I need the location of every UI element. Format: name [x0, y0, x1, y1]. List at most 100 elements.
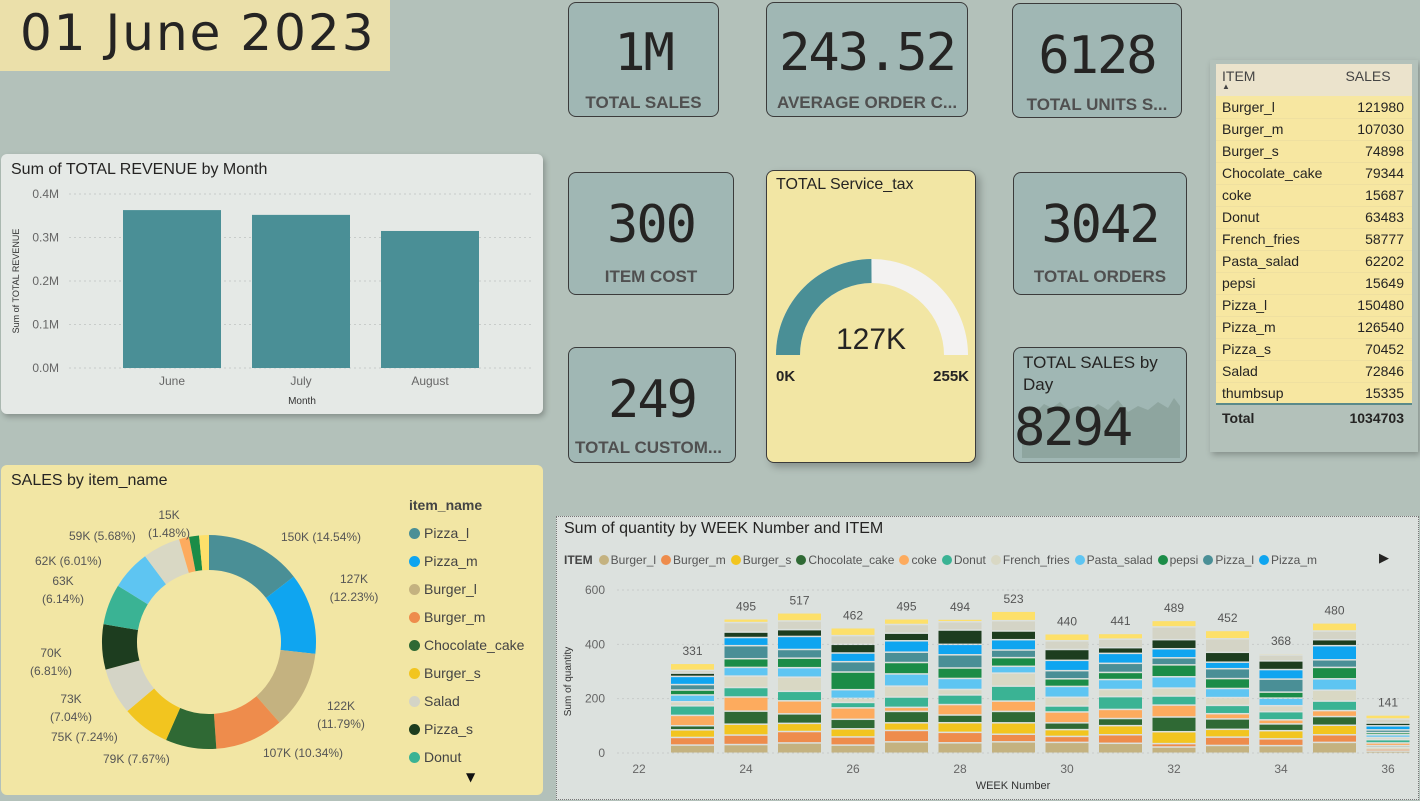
cell-sales: 70452 — [1339, 338, 1412, 361]
legend-item[interactable]: Burger_l — [409, 575, 539, 603]
segment-burger_m — [724, 735, 768, 744]
slice-percent-label: (12.23%) — [330, 590, 379, 604]
total-data-label: 452 — [1217, 611, 1237, 625]
total-data-label: 489 — [1164, 601, 1184, 615]
column-header-item[interactable]: ITEM ▲ — [1216, 64, 1340, 96]
segment-burger_s — [724, 724, 768, 735]
kpi-card-average-order[interactable]: 243.52 AVERAGE ORDER C... — [766, 2, 968, 117]
cell-item: pepsi — [1216, 272, 1340, 295]
segment-burger_m — [1099, 735, 1142, 743]
kpi-label: TOTAL ORDERS — [1033, 267, 1167, 286]
cell-item: thumbsup — [1216, 382, 1340, 405]
sales-by-item-donut-chart[interactable]: SALES by item_name 150K (14.54%) 127K (12.… — [1, 465, 543, 795]
segment-burger_m — [1045, 737, 1089, 742]
date-header: 01 June 2023 — [0, 0, 390, 71]
segment-pepsi — [1313, 668, 1356, 679]
revenue-by-month-chart[interactable]: Sum of TOTAL REVENUE by Month 0.0M 0.1M 0.… — [1, 154, 543, 414]
segment-burger_l — [1206, 746, 1249, 753]
segment-pizza_l — [1099, 664, 1142, 672]
table-row[interactable]: Salad 72846 — [1216, 360, 1412, 383]
segment-donut — [885, 697, 928, 707]
kpi-card-sales-by-day[interactable]: TOTAL SALES by Day 8294 — [1013, 347, 1187, 463]
legend-item[interactable]: Pizza_l — [409, 519, 539, 547]
slice-value-label: 70K — [40, 646, 61, 660]
table-row[interactable]: French_fries 58777 — [1216, 228, 1412, 251]
cell-item: Burger_s — [1216, 140, 1340, 163]
legend-item[interactable]: Salad — [409, 687, 539, 715]
legend-item[interactable]: Burger_s — [409, 659, 539, 687]
table-row[interactable]: Donut 63483 — [1216, 206, 1412, 229]
table-row[interactable]: Pizza_m 126540 — [1216, 316, 1412, 339]
legend-label: Pizza_m — [424, 553, 478, 569]
legend-item[interactable]: Burger_m — [409, 603, 539, 631]
kpi-value: 243.52 — [779, 23, 957, 83]
quantity-by-week-chart[interactable]: Sum of quantity by WEEK Number and ITEM … — [556, 516, 1419, 800]
y-axis-label: Sum of TOTAL REVENUE — [11, 229, 21, 334]
table-row[interactable]: Pizza_s 70452 — [1216, 338, 1412, 361]
legend-label: Chocolate_cake — [424, 637, 525, 653]
legend-item[interactable]: Chocolate_cake — [409, 631, 539, 659]
sales-table[interactable]: ITEM ▲ SALES Burger_l 121980 Burger_m 10703… — [1210, 60, 1418, 452]
segment-french_fries — [1366, 738, 1410, 739]
table-row[interactable]: pepsi 15649 — [1216, 272, 1412, 295]
segment-pizza_s — [671, 673, 714, 676]
stacked-bar-svg: 0 200 400 600 22 24 26 28 30 32 34 36 WEEK Number Sum… — [563, 583, 1412, 792]
segment-pepsi — [885, 663, 928, 674]
segment-burger_l — [1366, 751, 1410, 753]
bar-june — [123, 210, 221, 368]
gauge-card-service-tax[interactable]: TOTAL Service_tax 127K 0K 255K — [766, 170, 976, 463]
segment-thumbsup — [992, 611, 1035, 620]
segment-pizza_s — [938, 630, 982, 644]
table-row[interactable]: thumbsup 15335 — [1216, 382, 1412, 405]
table-row[interactable]: Burger_m 107030 — [1216, 118, 1412, 141]
kpi-value: 249 — [608, 370, 698, 430]
slice-data-label: 59K (5.68%) — [69, 529, 136, 543]
legend-item[interactable]: Donut — [409, 743, 539, 771]
x-tick-label: June — [159, 374, 185, 388]
kpi-card-total-sales[interactable]: 1M TOTAL SALES — [568, 2, 719, 117]
kpi-card-total-units[interactable]: 6128 TOTAL UNITS S... — [1012, 3, 1182, 118]
y-tick-label: 0.2M — [32, 274, 59, 288]
segment-salad — [1099, 639, 1142, 647]
legend-item[interactable]: Pizza_m — [409, 547, 539, 575]
segment-donut — [1206, 706, 1249, 713]
cell-item: Salad — [1216, 360, 1340, 383]
segment-chocolate_cake — [831, 720, 875, 729]
total-data-label: 480 — [1324, 604, 1344, 618]
x-tick-label: 32 — [1167, 762, 1181, 776]
segment-thumbsup — [938, 619, 982, 622]
table-row[interactable]: Pizza_l 150480 — [1216, 294, 1412, 317]
total-value: 1034703 — [1339, 403, 1412, 430]
legend-scroll-down-icon[interactable]: ▼ — [466, 770, 475, 784]
kpi-card-total-customers[interactable]: 249 TOTAL CUSTOM... — [568, 347, 736, 463]
segment-pasta_salad — [1045, 687, 1089, 697]
legend-item[interactable]: Pizza_s — [409, 715, 539, 743]
segment-salad — [1045, 641, 1089, 649]
segment-pepsi — [1152, 665, 1196, 677]
segment-coke — [1366, 743, 1410, 745]
column-header-sales[interactable]: SALES — [1339, 64, 1412, 96]
segment-thumbsup — [1313, 623, 1356, 631]
kpi-card-total-orders[interactable]: 3042 TOTAL ORDERS — [1013, 172, 1187, 295]
cell-item: Burger_l — [1216, 96, 1340, 119]
segment-coke — [992, 701, 1035, 711]
segment-french_fries — [724, 676, 768, 687]
gauge-min-label: 0K — [776, 368, 796, 385]
table-row[interactable]: Burger_s 74898 — [1216, 140, 1412, 163]
card-title: TOTAL SALES by Day — [1023, 353, 1158, 394]
table-row[interactable]: coke 15687 — [1216, 184, 1412, 207]
segment-burger_s — [1259, 731, 1303, 739]
cell-item: French_fries — [1216, 228, 1340, 251]
segment-pizza_m — [992, 640, 1035, 650]
segment-salad — [1152, 627, 1196, 639]
kpi-card-item-cost[interactable]: 300 ITEM COST — [568, 172, 734, 295]
table-row[interactable]: Burger_l 121980 — [1216, 96, 1412, 119]
segment-burger_s — [885, 723, 928, 730]
segment-pizza_m — [1366, 726, 1410, 730]
segment-burger_s — [938, 723, 982, 732]
segment-coke — [724, 697, 768, 711]
segment-chocolate_cake — [1152, 717, 1196, 731]
table-row[interactable]: Chocolate_cake 79344 — [1216, 162, 1412, 185]
table-row[interactable]: Pasta_salad 62202 — [1216, 250, 1412, 273]
segment-pasta_salad — [671, 695, 714, 701]
